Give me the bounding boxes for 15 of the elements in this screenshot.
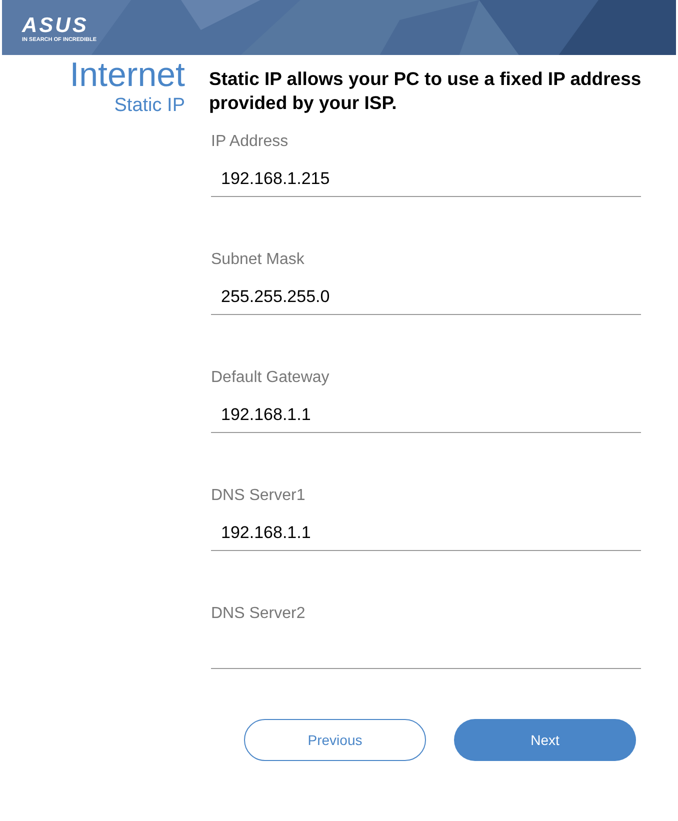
- input-field[interactable]: 255.255.255.0: [211, 277, 641, 315]
- field-label: Default Gateway: [211, 369, 330, 387]
- page-subtitle: Static IP: [113, 95, 185, 117]
- description: Static IP allows your PC to use a fixed IP address provided by your ISP.: [209, 67, 642, 115]
- next-button[interactable]: Next: [454, 719, 636, 761]
- input-field[interactable]: 192.168.1.1: [211, 513, 641, 551]
- input-field[interactable]: 192.168.1.1: [211, 395, 641, 433]
- field-label: DNS Server2: [211, 605, 306, 623]
- input-field[interactable]: 192.168.1.215: [211, 159, 641, 197]
- logo: ASUS: [22, 16, 90, 36]
- field-label: Subnet Mask: [211, 251, 306, 269]
- field-label: DNS Server1: [211, 487, 306, 505]
- page-title: Internet: [68, 55, 185, 95]
- previous-button[interactable]: Previous: [244, 719, 426, 761]
- field-label: IP Address: [211, 133, 290, 151]
